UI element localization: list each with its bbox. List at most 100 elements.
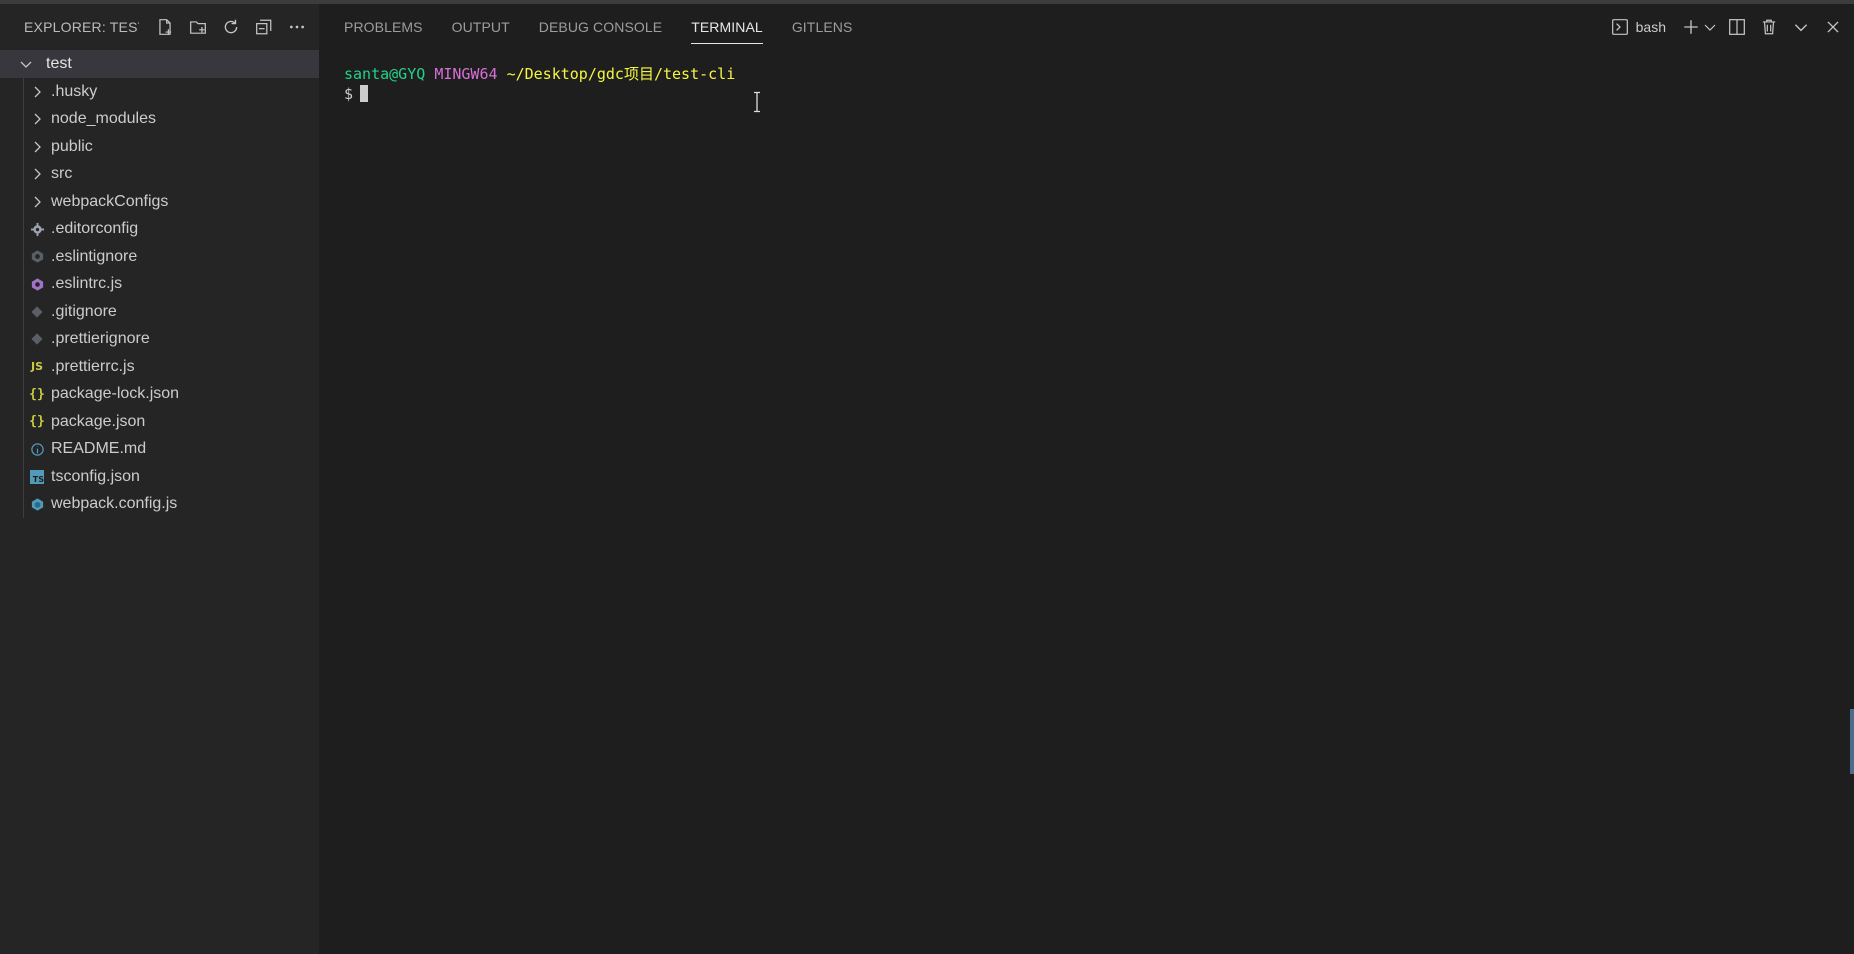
indent-guide	[23, 188, 24, 216]
panel-actions: bash	[1610, 4, 1854, 50]
panel-area: PROBLEMS OUTPUT DEBUG CONSOLE TERMINAL G…	[319, 0, 1854, 954]
indent-guide	[23, 463, 24, 491]
eslint-icon	[27, 274, 47, 294]
terminal-prompt-line: santa@GYQ MINGW64 ~/Desktop/gdc项目/test-c…	[344, 64, 735, 84]
tree-item-husky[interactable]: .husky	[0, 78, 319, 106]
chevron-right-icon	[27, 109, 47, 129]
tree-item-node-modules[interactable]: node_modules	[0, 105, 319, 133]
tree-item-label: .eslintrc.js	[51, 275, 123, 293]
prettier-icon	[27, 329, 47, 349]
tree-item-label: src	[51, 165, 73, 183]
new-folder-icon[interactable]	[186, 15, 210, 39]
terminal-system: MINGW64	[434, 65, 498, 83]
tree-item-prettierignore[interactable]: .prettierignore	[0, 325, 319, 353]
tab-output[interactable]: OUTPUT	[452, 4, 510, 50]
explorer-actions	[153, 15, 309, 39]
tree-item-label: tsconfig.json	[51, 467, 140, 485]
tab-gitlens[interactable]: GITLENS	[792, 4, 853, 50]
close-panel-icon[interactable]	[1820, 14, 1846, 40]
indent-guide	[23, 105, 24, 133]
explorer-sidebar: EXPLORER: TEST-...	[0, 0, 319, 954]
tree-item-label: README.md	[51, 440, 147, 458]
terminal-selector-label: bash	[1635, 19, 1666, 35]
tree-item-prettierrc[interactable]: JS .prettierrc.js	[0, 353, 319, 381]
terminal-cursor	[360, 85, 369, 102]
tree-item-label: .husky	[51, 82, 98, 100]
indent-guide	[23, 325, 24, 353]
javascript-icon: JS	[30, 360, 43, 374]
indent-guide	[23, 133, 24, 161]
file-tree: .husky node_modules public src webpackCo	[0, 78, 319, 518]
more-actions-icon[interactable]	[285, 15, 309, 39]
tree-item-label: webpackConfigs	[51, 192, 169, 210]
tree-item-webpack-config[interactable]: webpack.config.js	[0, 490, 319, 518]
json-icon: {}	[29, 414, 45, 430]
indent-guide	[23, 490, 24, 518]
kill-terminal-trash-icon[interactable]	[1756, 14, 1782, 40]
tab-terminal[interactable]: TERMINAL	[691, 4, 763, 50]
tree-item-tsconfig[interactable]: TS tsconfig.json	[0, 463, 319, 491]
new-terminal-icon[interactable]	[1678, 14, 1704, 40]
indent-guide	[23, 160, 24, 188]
terminal-icon	[1610, 14, 1630, 40]
tree-item-readme[interactable]: README.md	[0, 435, 319, 463]
chevron-right-icon	[27, 137, 47, 157]
json-icon: {}	[29, 386, 45, 402]
tree-item-label: .prettierignore	[51, 330, 150, 348]
explorer-header: EXPLORER: TEST-...	[0, 4, 319, 50]
tree-root-folder-test[interactable]: test	[0, 50, 319, 78]
refresh-icon[interactable]	[219, 15, 243, 39]
terminal-selector[interactable]: bash	[1610, 14, 1666, 40]
indent-guide	[23, 408, 24, 436]
tree-item-label: webpack.config.js	[51, 495, 178, 513]
tree-item-label: package.json	[51, 412, 146, 430]
tab-debug-console[interactable]: DEBUG CONSOLE	[539, 4, 662, 50]
tree-item-public[interactable]: public	[0, 133, 319, 161]
tree-item-eslintignore[interactable]: .eslintignore	[0, 243, 319, 271]
terminal-dropdown-chevron-icon[interactable]	[1702, 14, 1718, 40]
chevron-right-icon	[27, 164, 47, 184]
new-file-icon[interactable]	[153, 15, 177, 39]
indent-guide	[23, 270, 24, 298]
tree-item-label: .editorconfig	[51, 220, 139, 238]
terminal-path: ~/Desktop/gdc项目/test-cli	[506, 65, 736, 83]
tree-item-package-json[interactable]: {} package.json	[0, 408, 319, 436]
tree-item-gitignore[interactable]: .gitignore	[0, 298, 319, 326]
tree-item-label: .gitignore	[51, 302, 117, 320]
terminal-input-line[interactable]: $	[344, 84, 735, 104]
indent-guide	[23, 298, 24, 326]
typescript-glyph: TS	[30, 469, 44, 484]
tab-problems[interactable]: PROBLEMS	[344, 4, 423, 50]
tree-item-src[interactable]: src	[0, 160, 319, 188]
tree-item-label: package-lock.json	[51, 385, 180, 403]
vscode-window: EXPLORER: TEST-...	[0, 0, 1854, 954]
tree-item-label: public	[51, 137, 93, 155]
maximize-panel-chevron-icon[interactable]	[1788, 14, 1814, 40]
chevron-down-icon	[18, 54, 38, 74]
terminal-output[interactable]: santa@GYQ MINGW64 ~/Desktop/gdc项目/test-c…	[344, 64, 735, 104]
tree-item-editorconfig[interactable]: .editorconfig	[0, 215, 319, 243]
collapse-all-icon[interactable]	[252, 15, 276, 39]
chevron-right-icon	[27, 192, 47, 212]
split-terminal-icon[interactable]	[1724, 14, 1750, 40]
terminal-scrollbar[interactable]	[1850, 709, 1854, 774]
indent-guide	[23, 243, 24, 271]
tree-item-label: .prettierrc.js	[51, 357, 135, 375]
tree-root-label: test	[46, 55, 72, 72]
tree-item-eslintrc[interactable]: .eslintrc.js	[0, 270, 319, 298]
tree-item-webpackconfigs[interactable]: webpackConfigs	[0, 188, 319, 216]
git-icon	[27, 302, 47, 322]
typescript-icon: TS	[27, 467, 47, 487]
gear-icon	[27, 219, 47, 239]
tree-item-package-lock[interactable]: {} package-lock.json	[0, 380, 319, 408]
terminal-prompt-symbol: $	[344, 85, 354, 103]
webpack-icon	[27, 494, 47, 514]
explorer-title: EXPLORER: TEST-...	[24, 19, 139, 35]
tree-item-label: node_modules	[51, 110, 156, 128]
terminal-user-host: santa@GYQ	[344, 65, 426, 83]
eslint-icon	[27, 247, 47, 267]
indent-guide	[23, 380, 24, 408]
indent-guide	[23, 215, 24, 243]
indent-guide	[23, 78, 24, 106]
tree-item-label: .eslintignore	[51, 247, 138, 265]
